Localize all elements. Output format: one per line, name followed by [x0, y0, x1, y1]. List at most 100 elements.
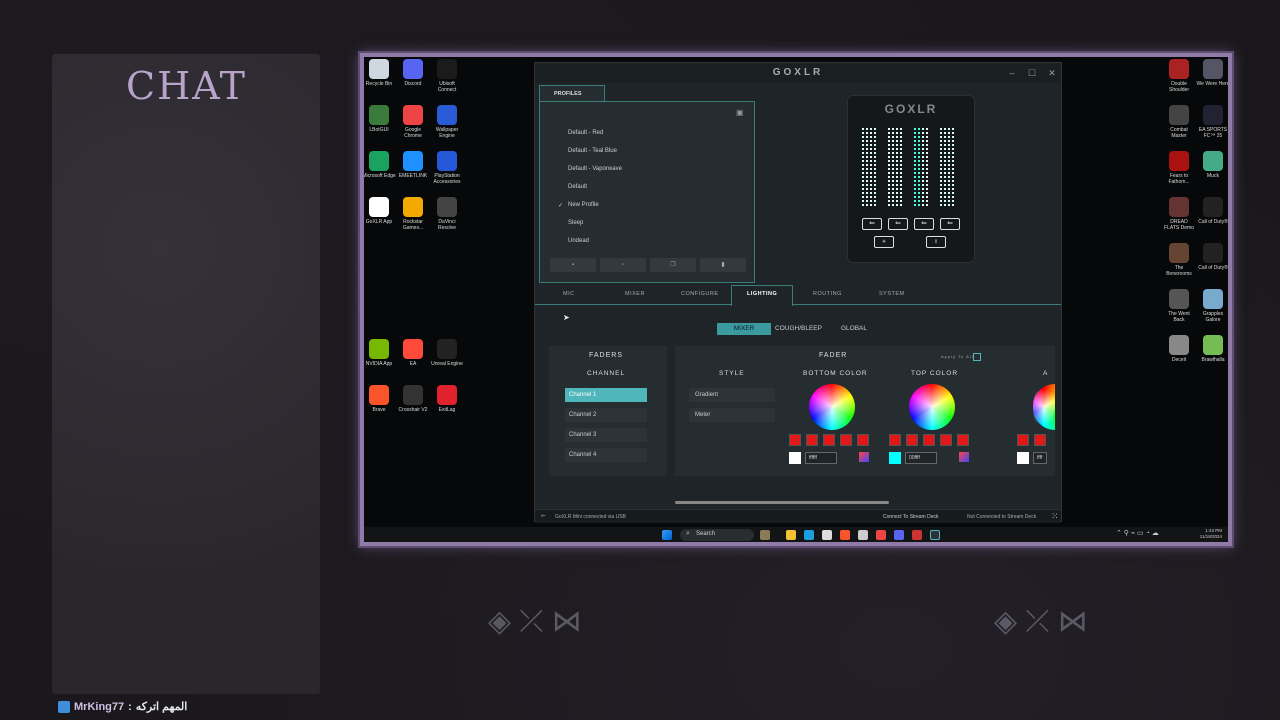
taskbar-app-icon[interactable] — [858, 530, 868, 540]
desktop-icon[interactable]: ExitLag — [430, 385, 464, 413]
desktop-icon[interactable]: EA — [396, 339, 430, 367]
desktop-icon[interactable]: The Bonerooms — [1162, 243, 1196, 277]
profile-item[interactable]: Default - Red — [568, 130, 603, 136]
profile-item[interactable]: Sleep — [568, 220, 583, 226]
tab-lighting[interactable]: LIGHTING — [747, 291, 777, 297]
brave-icon[interactable] — [840, 530, 850, 540]
desktop-icon[interactable]: We Were Here — [1196, 59, 1228, 87]
desktop-icon[interactable]: DREAD FLATS Demo — [1162, 197, 1196, 231]
color-swatch[interactable] — [940, 434, 952, 446]
palette-icon[interactable] — [859, 452, 869, 462]
desktop-icon[interactable]: Brave — [364, 385, 396, 413]
subtab-cough-bleep[interactable]: COUGH/BLEEP — [775, 325, 822, 332]
profile-item[interactable]: Undead — [568, 238, 589, 244]
desktop-icon[interactable]: Call of Duty® — [1196, 197, 1228, 225]
tab-mic[interactable]: MIC — [563, 291, 575, 297]
minimize-icon[interactable]: – — [1005, 66, 1019, 80]
chat-username[interactable]: MrKing77 — [74, 701, 124, 713]
palette-icon[interactable] — [959, 452, 969, 462]
save-icon[interactable]: ▪ — [550, 258, 596, 272]
taskbar-app-icon[interactable] — [912, 530, 922, 540]
mute-button-2[interactable]: ⇐ — [888, 218, 908, 230]
desktop-icon[interactable]: Recycle Bin — [364, 59, 396, 87]
taskbar-search[interactable]: Search — [680, 529, 754, 541]
desktop-icon[interactable]: Google Chrome — [396, 105, 430, 139]
tray-icons[interactable]: ⌃ ⚲ ⌁ ▭ ◔ ☁ — [1116, 529, 1159, 537]
channel-item-3[interactable]: Channel 3 — [565, 428, 647, 442]
color-swatch[interactable] — [906, 434, 918, 446]
discord-icon[interactable] — [894, 530, 904, 540]
channel-item-1[interactable]: Channel 1 — [565, 388, 647, 402]
tab-mixer[interactable]: MIXER — [625, 291, 645, 297]
desktop-icon[interactable]: Combat Master — [1162, 105, 1196, 139]
maximize-icon[interactable]: ☐ — [1025, 66, 1039, 80]
bottom-hex-input[interactable]: ffffff — [805, 452, 837, 464]
desktop-icon[interactable]: Discord — [396, 59, 430, 87]
color-swatch[interactable] — [889, 434, 901, 446]
desktop-icon[interactable]: Unreal Engine — [430, 339, 464, 367]
desktop-icon[interactable]: GoXLR App — [364, 197, 396, 225]
mute-button-3[interactable]: ⇐ — [914, 218, 934, 230]
grid-icon[interactable]: ⁙ — [1051, 511, 1059, 522]
color-swatch[interactable] — [1017, 434, 1029, 446]
bleep-button[interactable]: ↥ — [926, 236, 946, 248]
cough-button[interactable]: ✳ — [874, 236, 894, 248]
desktop-icon[interactable]: Microsoft Edge — [364, 151, 396, 179]
profile-item[interactable]: Default - Vaporwave — [568, 166, 622, 172]
file-explorer-icon[interactable] — [786, 530, 796, 540]
color-swatch[interactable] — [1034, 434, 1046, 446]
third-color-wheel[interactable] — [1033, 384, 1055, 430]
desktop-icon[interactable]: DaVinci Resolve — [430, 197, 464, 231]
bottom-color-wheel[interactable] — [809, 384, 855, 430]
subtab-mixer[interactable]: MIXER — [717, 323, 771, 335]
edge-icon[interactable] — [804, 530, 814, 540]
windows-start-icon[interactable] — [662, 530, 672, 540]
style-gradient[interactable]: Gradient — [689, 388, 775, 402]
taskbar-app-icon[interactable] — [760, 530, 770, 540]
mute-button-1[interactable]: ⇐ — [862, 218, 882, 230]
desktop-icon[interactable]: Muck — [1196, 151, 1228, 179]
desktop-icon[interactable]: LBotGUI — [364, 105, 396, 133]
tab-configure[interactable]: CONFIGURE — [681, 291, 719, 297]
color-swatch[interactable] — [806, 434, 818, 446]
desktop-icon[interactable]: EMEETLINK — [396, 151, 430, 179]
desktop-icon[interactable]: Ubisoft Connect — [430, 59, 464, 93]
apply-to-all-checkbox[interactable] — [973, 353, 981, 361]
tab-routing[interactable]: ROUTING — [813, 291, 842, 297]
profile-item[interactable]: Default — [568, 184, 587, 190]
third-hex-input[interactable]: ffff — [1033, 452, 1047, 464]
chrome-icon[interactable] — [876, 530, 886, 540]
channel-item-2[interactable]: Channel 2 — [565, 408, 647, 422]
mute-button-4[interactable]: ⇐ — [940, 218, 960, 230]
color-swatch[interactable] — [823, 434, 835, 446]
copy-icon[interactable]: ❐ — [650, 258, 696, 272]
desktop-icon[interactable]: Deceit — [1162, 335, 1196, 363]
desktop-icon[interactable]: NVIDIA App — [364, 339, 396, 367]
profile-item[interactable]: Default - Teal Blue — [568, 148, 617, 154]
color-swatch[interactable] — [789, 434, 801, 446]
desktop-icon[interactable]: Call of Duty® — [1196, 243, 1228, 271]
desktop-icon[interactable]: Grapples Galore — [1196, 289, 1228, 323]
connect-stream-deck-link[interactable]: Connect To Stream Deck — [883, 514, 939, 520]
style-meter[interactable]: Meter — [689, 408, 775, 422]
color-swatch[interactable] — [840, 434, 852, 446]
channel-item-4[interactable]: Channel 4 — [565, 448, 647, 462]
color-swatch[interactable] — [923, 434, 935, 446]
store-icon[interactable] — [822, 530, 832, 540]
profiles-tab[interactable]: PROFILES — [539, 85, 605, 101]
desktop-icon[interactable]: Rockstar Games... — [396, 197, 430, 231]
tab-system[interactable]: SYSTEM — [879, 291, 905, 297]
desktop-icon[interactable]: Crosshair V2 — [396, 385, 430, 413]
folder-icon[interactable]: ▣ — [736, 108, 744, 117]
new-file-icon[interactable]: ▫ — [600, 258, 646, 272]
top-color-wheel[interactable] — [909, 384, 955, 430]
taskbar-clock[interactable]: 1:43 PM 11/18/2024 — [1200, 528, 1222, 540]
horizontal-scrollbar[interactable] — [675, 501, 889, 504]
profile-item-selected[interactable]: New Profile — [568, 202, 599, 208]
color-swatch[interactable] — [857, 434, 869, 446]
desktop-icon[interactable]: EA SPORTS FC™ 25 — [1196, 105, 1228, 139]
desktop-icon[interactable]: PlayStation Accessories — [430, 151, 464, 185]
desktop-icon[interactable]: The Went Back — [1162, 289, 1196, 323]
desktop-icon[interactable]: Wallpaper Engine — [430, 105, 464, 139]
subtab-global[interactable]: GLOBAL — [841, 325, 867, 332]
